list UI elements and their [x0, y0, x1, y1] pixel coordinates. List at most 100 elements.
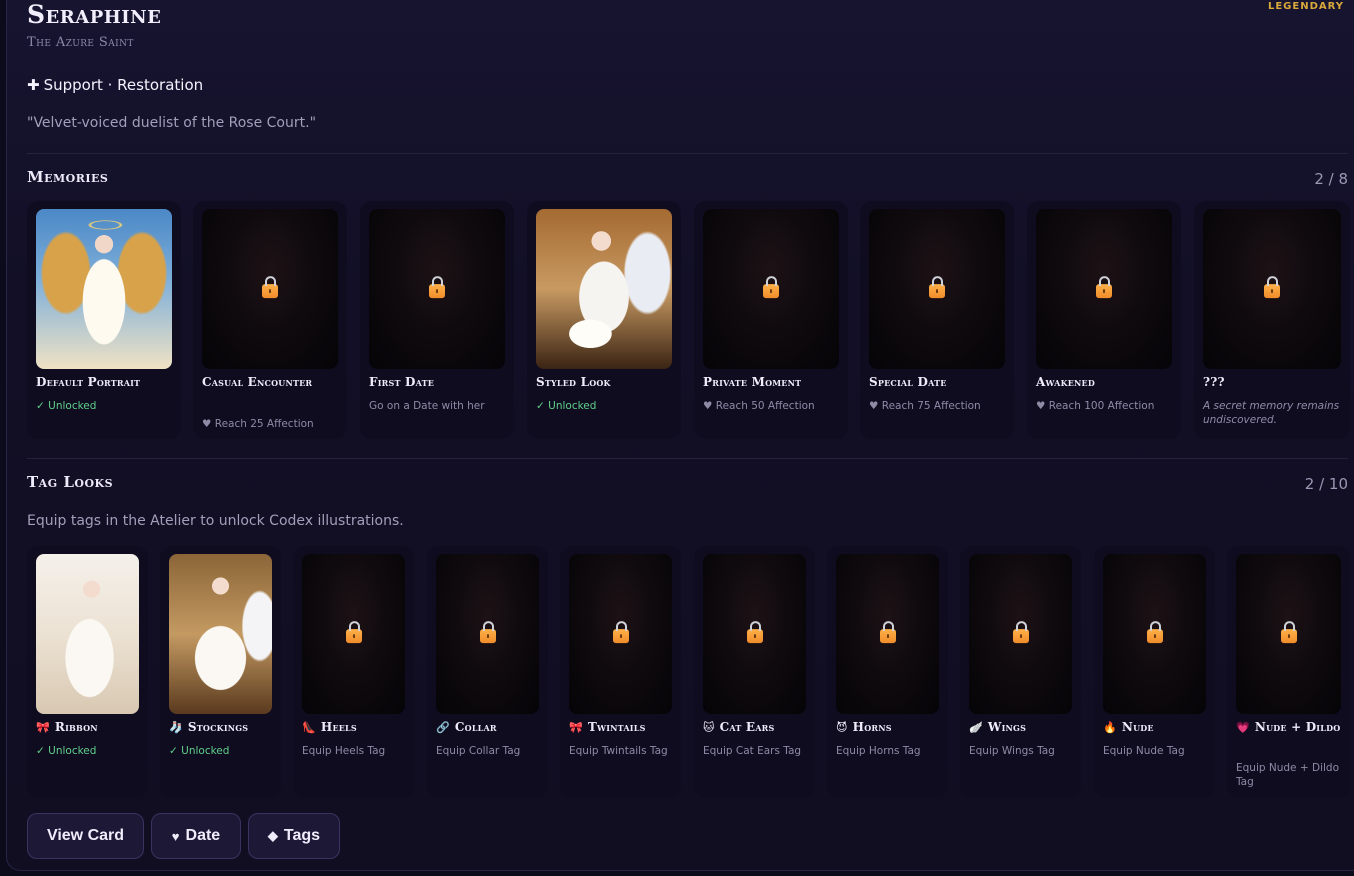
tag-look-locked-thumb [703, 554, 806, 714]
tag-look-title: 🎀 Ribbon [36, 720, 98, 734]
tag-look-locked-thumb [969, 554, 1072, 714]
tag-look-locked-thumb [836, 554, 939, 714]
tag-look-requirement: Equip Cat Ears Tag [703, 745, 802, 757]
memories-count: 2 / 8 [1314, 170, 1348, 188]
memory-title: ??? [1203, 375, 1225, 389]
tag-look-locked-thumb [436, 554, 539, 714]
memory-status: ✓ Unlocked [36, 400, 97, 412]
memory-locked-thumb [869, 209, 1005, 369]
lock-icon [746, 621, 763, 644]
cat-ears-icon: 🐱 [703, 721, 715, 734]
memory-title: Default Portrait [36, 375, 141, 389]
tag-look-title: 😈 Horns [836, 720, 892, 734]
tag-look-requirement: Equip Twintails Tag [569, 745, 668, 757]
heels-icon: 👠 [302, 721, 316, 734]
tag-look-locked-thumb [569, 554, 672, 714]
lock-icon [1146, 621, 1163, 644]
tag-look-requirement: Equip Heels Tag [302, 745, 386, 757]
memories-title: Memories [27, 168, 109, 186]
tag-look-title: 👠 Heels [302, 720, 357, 734]
memory-locked-thumb [1036, 209, 1172, 369]
memory-title: Special Date [869, 375, 947, 389]
heart-icon: ♥ [171, 828, 180, 844]
tag-look-requirement: Equip Nude + Dildo Tag [1236, 762, 1339, 788]
tag-look-card[interactable]: 🔗 Collar Equip Collar Tag [427, 546, 548, 798]
memory-requirement: ♥ Reach 75 Affection [869, 400, 981, 412]
tag-look-locked-thumb [1103, 554, 1206, 714]
character-role: ✚ Support · Restoration [27, 76, 203, 94]
memory-illustration [536, 209, 672, 369]
lock-icon [1280, 621, 1297, 644]
memory-locked-thumb [703, 209, 839, 369]
memory-card[interactable]: Special Date ♥ Reach 75 Affection [860, 201, 1014, 439]
memory-card[interactable]: Default Portrait ✓ Unlocked [27, 201, 181, 439]
twintails-icon: 🎀 [569, 721, 583, 734]
tag-look-card[interactable]: 🪽 Wings Equip Wings Tag [960, 546, 1081, 798]
character-subtitle: The Azure Saint [27, 35, 134, 50]
tag-look-requirement: Equip Nude Tag [1103, 745, 1185, 757]
lock-icon [1012, 621, 1029, 644]
tag-look-requirement: Equip Wings Tag [969, 745, 1055, 757]
lock-icon [262, 276, 278, 299]
tag-look-title: 🎀 Twintails [569, 720, 646, 734]
memory-title: Private Moment [703, 375, 802, 389]
memory-card[interactable]: Awakened ♥ Reach 100 Affection [1027, 201, 1181, 439]
lock-icon [479, 621, 496, 644]
lock-icon [1096, 276, 1112, 299]
horns-icon: 😈 [836, 721, 848, 734]
memory-title: First Date [369, 375, 435, 389]
tag-looks-hint: Equip tags in the Atelier to unlock Code… [27, 513, 404, 529]
memory-requirement: Go on a Date with her [369, 400, 485, 412]
lock-icon [1264, 276, 1280, 299]
tag-look-illustration [36, 554, 139, 714]
memory-title: Styled Look [536, 375, 611, 389]
tag-look-title: 🐱 Cat Ears [703, 720, 775, 734]
date-button[interactable]: ♥ Date [151, 813, 241, 859]
view-card-button[interactable]: View Card [27, 813, 144, 859]
lock-icon [929, 276, 945, 299]
memory-title: Awakened [1036, 375, 1095, 389]
tag-look-title: 🪽 Wings [969, 720, 1027, 734]
tag-look-locked-thumb [1236, 554, 1341, 714]
stockings-icon: 🧦 [169, 721, 183, 734]
memory-locked-thumb [369, 209, 505, 369]
tag-look-status: ✓ Unlocked [36, 745, 97, 757]
tag-look-title: 🧦 Stockings [169, 720, 249, 734]
lock-icon [763, 276, 779, 299]
tag-look-card[interactable]: 💗 Nude + Dildo Equip Nude + Dildo Tag [1227, 546, 1350, 798]
character-name: Seraphine [27, 0, 162, 29]
tag-look-title: 🔗 Collar [436, 720, 497, 734]
diamond-icon: ◆ [267, 828, 278, 843]
tag-look-card[interactable]: 🎀 Ribbon ✓ Unlocked [27, 546, 148, 798]
ribbon-icon: 🎀 [36, 721, 50, 734]
memory-locked-thumb [1203, 209, 1341, 369]
tag-look-card[interactable]: 🐱 Cat Ears Equip Cat Ears Tag [694, 546, 815, 798]
tag-look-illustration [169, 554, 272, 714]
tags-button[interactable]: ◆ Tags [248, 813, 340, 859]
tag-look-card[interactable]: 😈 Horns Equip Horns Tag [827, 546, 948, 798]
divider [27, 153, 1348, 154]
memory-requirement: ♥ Reach 100 Affection [1036, 400, 1155, 412]
memory-card[interactable]: Private Moment ♥ Reach 50 Affection [694, 201, 848, 439]
lock-icon [429, 276, 445, 299]
tag-looks-title: Tag Looks [27, 473, 114, 491]
role-label: Support · Restoration [43, 76, 204, 94]
tag-look-requirement: Equip Horns Tag [836, 745, 921, 757]
fire-icon: 🔥 [1103, 721, 1117, 734]
tag-look-card[interactable]: 🎀 Twintails Equip Twintails Tag [560, 546, 681, 798]
memory-requirement: A secret memory remains undiscovered. [1203, 400, 1340, 426]
tag-look-card[interactable]: 👠 Heels Equip Heels Tag [293, 546, 414, 798]
tag-look-locked-thumb [302, 554, 405, 714]
heart-icon: 💗 [1236, 721, 1250, 734]
tag-look-status: ✓ Unlocked [169, 745, 230, 757]
memory-card[interactable]: ??? A secret memory remains undiscovered… [1194, 201, 1350, 439]
wings-icon: 🪽 [969, 721, 983, 734]
memory-card[interactable]: Casual Encounter ♥ Reach 25 Affection [193, 201, 347, 439]
tag-look-card[interactable]: 🧦 Stockings ✓ Unlocked [160, 546, 281, 798]
memory-locked-thumb [202, 209, 338, 369]
memory-card[interactable]: First Date Go on a Date with her [360, 201, 514, 439]
tag-looks-count: 2 / 10 [1304, 475, 1348, 493]
memory-card[interactable]: Styled Look ✓ Unlocked [527, 201, 681, 439]
tag-look-card[interactable]: 🔥 Nude Equip Nude Tag [1094, 546, 1215, 798]
character-quote: "Velvet-voiced duelist of the Rose Court… [27, 115, 317, 131]
